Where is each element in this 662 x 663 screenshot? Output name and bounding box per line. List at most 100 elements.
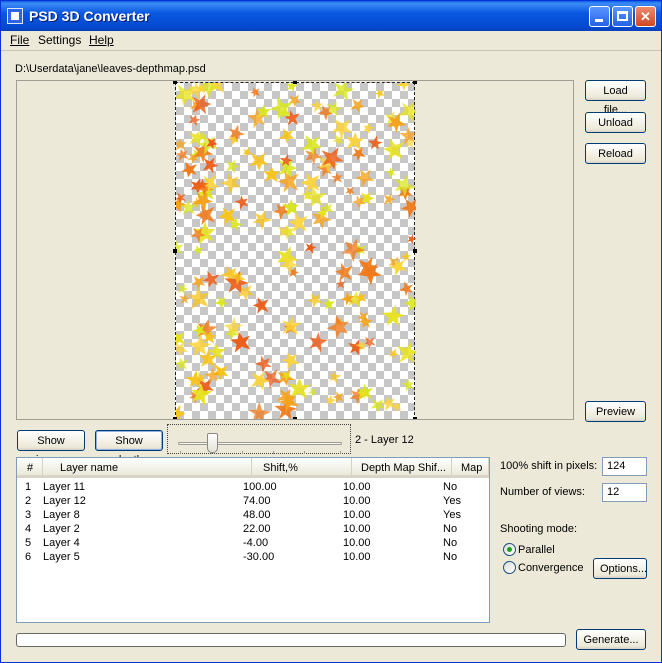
options-button[interactable]: Options... [593,558,647,579]
leaf-shape [263,166,281,183]
selection-handle[interactable] [173,249,177,253]
leaf-shape [248,401,271,419]
leaf-shape [249,152,269,171]
minimize-button[interactable] [589,6,610,27]
leaf-shape [179,293,190,304]
leaf-shape [354,169,375,188]
menu-file-label: File [10,33,30,47]
window-title: PSD 3D Converter [29,8,150,24]
show-depth-button[interactable]: Show depth [95,430,163,466]
image-canvas[interactable] [175,82,416,419]
menu-bar: File Settings Help [1,31,661,51]
leaf-shape [176,148,189,162]
cell-shift: -4.00 [243,537,269,549]
selection-handle[interactable] [293,417,297,419]
cell-shift: 100.00 [243,481,277,493]
cell-layer-name: Layer 5 [43,551,80,563]
leaf-shape [363,336,376,349]
column-header-depth-shift[interactable]: Depth Map Shif... [352,458,452,478]
leaf-shape [188,114,201,127]
reload-button[interactable]: Reload [585,143,646,164]
selection-handle[interactable] [173,417,177,419]
leaf-shape [332,134,344,146]
layer-slider[interactable] [167,424,351,454]
cell-number: 4 [25,523,32,535]
number-of-views-label: Number of views: [500,486,585,498]
leaf-shape [325,394,337,406]
cell-depth-shift: 10.00 [343,523,371,535]
load-file-button[interactable]: Load file... [585,80,646,116]
selection-handle[interactable] [413,417,417,419]
parallel-label[interactable]: Parallel [518,544,555,556]
slider-tick [180,451,181,454]
table-row[interactable]: 4 Layer 2 22.00 10.00 No [17,522,489,536]
leaf-shape [383,193,396,206]
leaf-shape [176,357,188,371]
menu-settings[interactable]: Settings [38,33,81,47]
leaf-shape [309,331,329,353]
image-viewport[interactable] [16,80,574,420]
leaf-shape [331,172,343,184]
cell-layer-name: Layer 2 [43,523,80,535]
slider-tick [242,451,243,454]
table-row[interactable]: 5 Layer 4 -4.00 10.00 No [17,536,489,550]
slider-tick [273,451,274,454]
column-header-map[interactable]: Map [452,458,489,478]
leaf-shape [374,89,385,99]
file-path-label: D:\Userdata\jane\leaves-depthmap.psd [15,63,206,75]
leaf-shape [329,370,342,384]
leaf-shape [370,399,385,413]
shift-pixels-input[interactable]: 124 [602,457,647,476]
leaf-shape [177,283,189,295]
show-image-button[interactable]: Show image [17,430,85,466]
cell-number: 5 [25,537,32,549]
table-row[interactable]: 1 Layer 11 100.00 10.00 No [17,480,489,494]
main-window: PSD 3D Converter ✕ File Settings Help D:… [0,0,662,663]
unload-button[interactable]: Unload [585,112,646,133]
cell-shift: 74.00 [243,495,271,507]
title-bar[interactable]: PSD 3D Converter ✕ [1,1,661,31]
leaf-shape [323,297,336,310]
layers-table[interactable]: # Layer name Shift,% Depth Map Shif... M… [16,457,490,623]
maximize-button[interactable] [612,6,633,27]
leaf-shape [242,147,253,158]
leaf-shape [193,244,204,255]
number-of-views-input[interactable]: 12 [602,483,647,502]
cell-number: 3 [25,509,32,521]
leaf-shape [401,378,414,392]
table-row[interactable]: 3 Layer 8 48.00 10.00 Yes [17,508,489,522]
cell-map: Yes [443,495,461,507]
slider-track[interactable] [178,442,342,445]
parallel-radio[interactable] [503,543,516,556]
leaf-shape [332,391,344,403]
cell-map: No [443,481,458,493]
column-header-name[interactable]: Layer name [43,458,252,478]
table-row[interactable]: 2 Layer 12 74.00 10.00 Yes [17,494,489,508]
selection-handle[interactable] [413,249,417,253]
leaf-shape [403,294,416,312]
convergence-label[interactable]: Convergence [518,562,583,574]
selection-handle[interactable] [293,81,297,84]
column-header-shift[interactable]: Shift,% [252,458,352,478]
menu-file[interactable]: File [10,33,29,47]
slider-thumb[interactable] [207,433,219,453]
leaf-shape [332,83,355,102]
preview-button[interactable]: Preview [585,401,646,422]
selection-handle[interactable] [173,81,177,84]
leaf-shape [335,262,353,282]
selection-handle[interactable] [413,81,417,84]
cell-layer-name: Layer 8 [43,509,80,521]
leaf-shape [350,98,365,114]
cell-depth-shift: 10.00 [343,509,371,521]
close-button[interactable]: ✕ [635,6,656,27]
generate-button[interactable]: Generate... [576,629,646,650]
leaf-shape [254,355,272,373]
convergence-radio[interactable] [503,561,516,574]
leaf-shape [326,314,350,339]
menu-help[interactable]: Help [89,33,114,47]
cell-number: 2 [25,495,32,507]
leaf-shape [397,341,416,364]
leaves-image [176,83,416,419]
table-row[interactable]: 6 Layer 5 -30.00 10.00 No [17,550,489,564]
column-header-number[interactable]: # [17,458,43,478]
